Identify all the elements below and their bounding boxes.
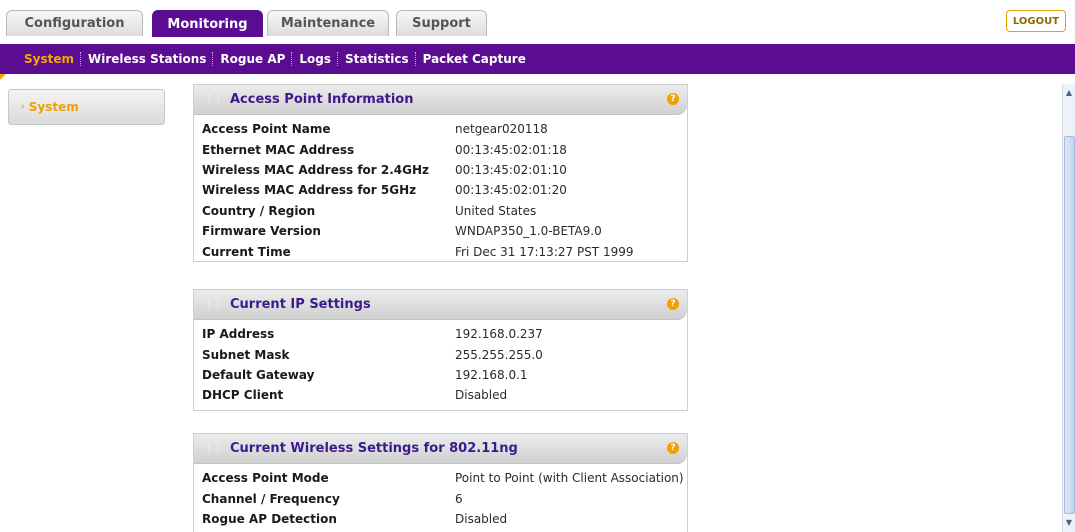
row-label: Ethernet MAC Address	[202, 142, 355, 157]
row-value: Disabled	[455, 511, 508, 526]
row-value: WNDAP350_1.0-BETA9.0	[455, 224, 602, 239]
help-icon[interactable]: ?	[667, 442, 679, 454]
drag-grip-icon: ⋮⋮	[204, 299, 223, 310]
scroll-down-icon[interactable]: ▼	[1063, 516, 1075, 528]
row-label: Wireless MAC Address for 2.4GHz	[202, 162, 430, 177]
drag-grip-icon: ⋮⋮	[204, 443, 223, 454]
row-label: IP Address	[202, 327, 275, 342]
subnav-system[interactable]: System	[18, 52, 80, 66]
help-icon[interactable]: ?	[667, 93, 679, 105]
row-label: Firmware Version	[202, 224, 321, 239]
ip-settings-panel: ⋮⋮ Current IP Settings ? IP Address 192.1…	[193, 289, 688, 411]
scrollbar-thumb[interactable]	[1064, 136, 1075, 514]
sidebar-item-system[interactable]: › System	[8, 89, 165, 125]
subnav-wireless-stations[interactable]: Wireless Stations	[82, 52, 212, 66]
subnav-logs[interactable]: Logs	[293, 52, 337, 66]
info-row: Firmware Version WNDAP350_1.0-BETA9.0	[202, 221, 687, 241]
scroll-up-icon[interactable]: ▲	[1063, 86, 1075, 98]
row-label: DHCP Client	[202, 388, 284, 403]
row-value: 00:13:45:02:01:18	[455, 142, 567, 157]
subnav-packet-capture[interactable]: Packet Capture	[417, 52, 532, 66]
info-row: Access Point Name netgear020118	[202, 119, 687, 139]
row-value: 192.168.0.1	[455, 367, 528, 382]
row-value: netgear020118	[455, 122, 548, 137]
info-row: IP Address 192.168.0.237	[202, 324, 687, 344]
wireless-settings-panel: ⋮⋮ Current Wireless Settings for 802.11n…	[193, 433, 688, 532]
access-point-info-panel: ⋮⋮ Access Point Information ? Access Poi…	[193, 84, 688, 262]
row-label: Country / Region	[202, 203, 316, 218]
row-label: Current Time	[202, 244, 291, 259]
tab-configuration[interactable]: Configuration	[6, 10, 143, 36]
tab-monitoring[interactable]: Monitoring	[152, 10, 263, 37]
help-icon[interactable]: ?	[667, 298, 679, 310]
info-row: Country / Region United States	[202, 201, 687, 221]
row-label: Channel / Frequency	[202, 491, 340, 506]
tab-support[interactable]: Support	[396, 10, 487, 36]
row-label: Rogue AP Detection	[202, 511, 337, 526]
subnav-statistics[interactable]: Statistics	[339, 52, 415, 66]
panel-title: Access Point Information	[230, 92, 414, 107]
chevron-right-icon: ›	[21, 102, 25, 112]
subnav-corner-accent	[0, 74, 6, 80]
sidebar-item-label: System	[28, 100, 79, 114]
row-value: Disabled	[455, 388, 508, 403]
panel-header: ⋮⋮ Current IP Settings ?	[194, 290, 687, 320]
info-row: Access Point Mode Point to Point (with Cl…	[202, 468, 687, 488]
row-value: Fri Dec 31 17:13:27 PST 1999	[455, 244, 634, 259]
row-label: Wireless MAC Address for 5GHz	[202, 183, 417, 198]
info-row: Default Gateway 192.168.0.1	[202, 365, 687, 385]
row-label: Default Gateway	[202, 367, 315, 382]
info-row: Ethernet MAC Address 00:13:45:02:01:18	[202, 139, 687, 159]
subnav-rogue-ap[interactable]: Rogue AP	[214, 52, 291, 66]
tab-maintenance[interactable]: Maintenance	[267, 10, 389, 36]
vertical-scrollbar[interactable]: ▲ ▼	[1062, 84, 1075, 532]
info-row: Subnet Mask 255.255.255.0	[202, 344, 687, 364]
row-label: Access Point Name	[202, 122, 331, 137]
row-value: United States	[455, 203, 537, 218]
row-label: Subnet Mask	[202, 347, 290, 362]
panel-title: Current Wireless Settings for 802.11ng	[230, 441, 518, 456]
panel-title: Current IP Settings	[230, 297, 371, 312]
row-value: 192.168.0.237	[455, 327, 543, 342]
logout-button[interactable]: LOGOUT	[1006, 10, 1066, 32]
row-value: 00:13:45:02:01:20	[455, 183, 567, 198]
panel-header: ⋮⋮ Current Wireless Settings for 802.11n…	[194, 434, 687, 464]
info-row: Wireless MAC Address for 2.4GHz 00:13:45:…	[202, 160, 687, 180]
info-row: Channel / Frequency 6	[202, 488, 687, 508]
top-tab-bar: Configuration Monitoring Maintenance Sup…	[0, 0, 1075, 44]
info-row: Wireless MAC Address for 5GHz 00:13:45:02…	[202, 180, 687, 200]
info-row: DHCP Client Disabled	[202, 385, 687, 405]
row-value: Point to Point (with Client Association)	[455, 471, 684, 486]
sub-navigation: System Wireless Stations Rogue AP Logs S…	[0, 44, 1075, 74]
row-value: 255.255.255.0	[455, 347, 543, 362]
info-row: Current Time Fri Dec 31 17:13:27 PST 1999	[202, 241, 687, 261]
panel-header: ⋮⋮ Access Point Information ?	[194, 85, 687, 115]
row-value: 6	[455, 491, 463, 506]
info-row: Rogue AP Detection Disabled	[202, 509, 687, 529]
row-label: Access Point Mode	[202, 471, 329, 486]
drag-grip-icon: ⋮⋮	[204, 94, 223, 105]
row-value: 00:13:45:02:01:10	[455, 162, 567, 177]
